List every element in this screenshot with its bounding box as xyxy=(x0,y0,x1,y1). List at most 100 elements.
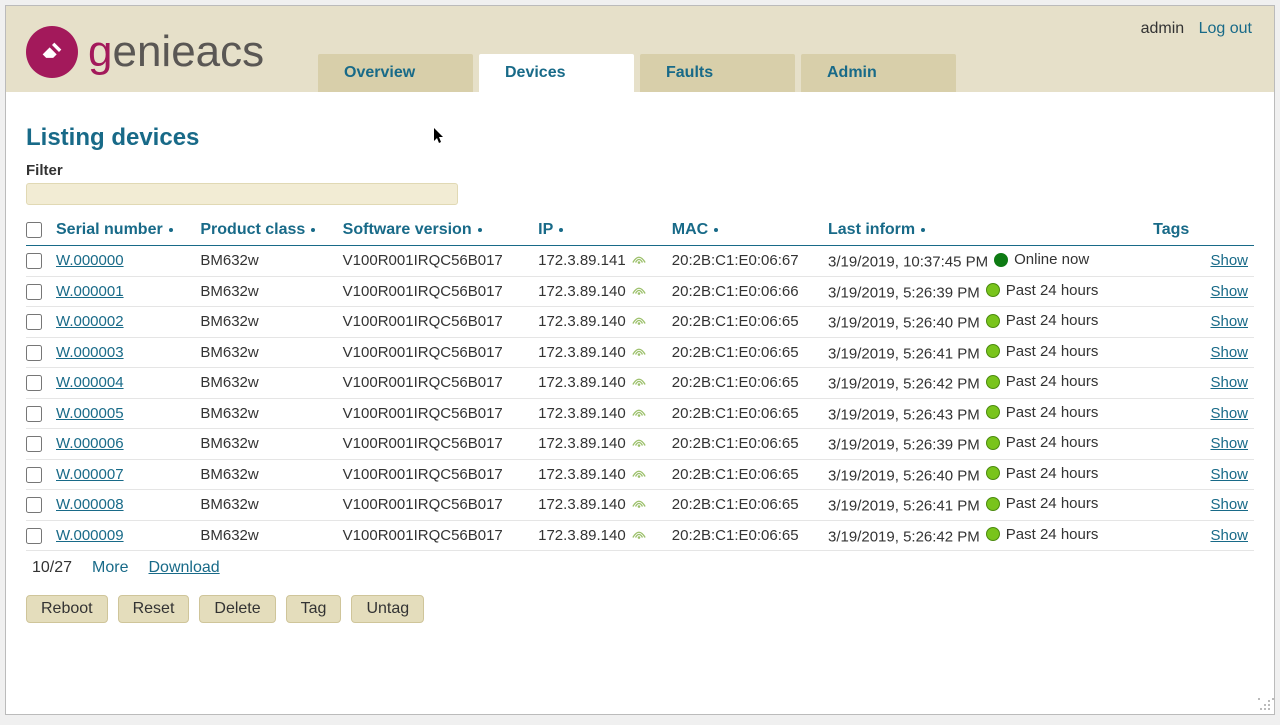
cell-software: V100R001IRQC56B017 xyxy=(343,429,538,460)
ping-icon[interactable] xyxy=(632,313,646,330)
show-link[interactable]: Show xyxy=(1210,252,1248,269)
header-product[interactable]: Product class xyxy=(200,215,342,246)
page-body: Listing devices Filter Serial number Pro… xyxy=(6,92,1274,641)
sort-indicator-icon xyxy=(921,228,925,232)
ping-icon[interactable] xyxy=(632,435,646,452)
page-title: Listing devices xyxy=(26,124,1254,152)
untag-button[interactable]: Untag xyxy=(351,595,424,623)
ping-icon[interactable] xyxy=(632,466,646,483)
serial-link[interactable]: W.000000 xyxy=(56,252,124,269)
cell-last-inform: 3/19/2019, 10:37:45 PMOnline now xyxy=(828,246,1153,277)
cell-last-inform: 3/19/2019, 5:26:43 PMPast 24 hours xyxy=(828,398,1153,429)
row-checkbox[interactable] xyxy=(26,314,42,330)
serial-link[interactable]: W.000004 xyxy=(56,374,124,391)
status-badge: Online now xyxy=(994,251,1089,268)
cell-ip: 172.3.89.140 xyxy=(538,276,672,307)
ping-icon[interactable] xyxy=(632,405,646,422)
status-dot-icon xyxy=(986,314,1000,328)
filter-label: Filter xyxy=(26,162,1254,179)
reboot-button[interactable]: Reboot xyxy=(26,595,108,623)
show-link[interactable]: Show xyxy=(1210,466,1248,483)
resize-grip-icon[interactable] xyxy=(1258,698,1272,712)
ping-icon[interactable] xyxy=(632,527,646,544)
download-link[interactable]: Download xyxy=(149,559,220,577)
show-link[interactable]: Show xyxy=(1210,496,1248,513)
cell-ip: 172.3.89.140 xyxy=(538,520,672,551)
header-software[interactable]: Software version xyxy=(343,215,538,246)
row-checkbox[interactable] xyxy=(26,436,42,452)
header-actions xyxy=(1203,215,1254,246)
row-checkbox[interactable] xyxy=(26,284,42,300)
table-row: W.000001BM632wV100R001IRQC56B017172.3.89… xyxy=(26,276,1254,307)
header-checkbox xyxy=(26,215,56,246)
show-link[interactable]: Show xyxy=(1210,283,1248,300)
select-all-checkbox[interactable] xyxy=(26,222,42,238)
serial-link[interactable]: W.000009 xyxy=(56,527,124,544)
cell-ip: 172.3.89.140 xyxy=(538,398,672,429)
tab-overview[interactable]: Overview xyxy=(318,54,473,92)
cell-product: BM632w xyxy=(200,429,342,460)
filter-input[interactable] xyxy=(26,183,458,205)
table-row: W.000003BM632wV100R001IRQC56B017172.3.89… xyxy=(26,337,1254,368)
serial-link[interactable]: W.000007 xyxy=(56,466,124,483)
row-checkbox[interactable] xyxy=(26,406,42,422)
reset-button[interactable]: Reset xyxy=(118,595,190,623)
ping-icon[interactable] xyxy=(632,374,646,391)
serial-link[interactable]: W.000003 xyxy=(56,344,124,361)
user-links: admin Log out xyxy=(1141,20,1252,38)
table-row: W.000008BM632wV100R001IRQC56B017172.3.89… xyxy=(26,490,1254,521)
cell-mac: 20:2B:C1:E0:06:65 xyxy=(672,429,828,460)
cell-software: V100R001IRQC56B017 xyxy=(343,520,538,551)
status-badge: Past 24 hours xyxy=(986,465,1099,482)
show-link[interactable]: Show xyxy=(1210,435,1248,452)
show-link[interactable]: Show xyxy=(1210,405,1248,422)
header-tags[interactable]: Tags xyxy=(1153,215,1203,246)
ping-icon[interactable] xyxy=(632,283,646,300)
row-checkbox[interactable] xyxy=(26,497,42,513)
cell-tags xyxy=(1153,246,1203,277)
delete-button[interactable]: Delete xyxy=(199,595,275,623)
show-link[interactable]: Show xyxy=(1210,313,1248,330)
header-last-inform[interactable]: Last inform xyxy=(828,215,1153,246)
row-checkbox[interactable] xyxy=(26,467,42,483)
more-link[interactable]: More xyxy=(92,559,128,577)
table-row: W.000000BM632wV100R001IRQC56B017172.3.89… xyxy=(26,246,1254,277)
bulk-actions: Reboot Reset Delete Tag Untag xyxy=(26,595,1254,623)
devices-table: Serial number Product class Software ver… xyxy=(26,215,1254,551)
tab-faults[interactable]: Faults xyxy=(640,54,795,92)
show-link[interactable]: Show xyxy=(1210,344,1248,361)
cell-tags xyxy=(1153,520,1203,551)
tag-button[interactable]: Tag xyxy=(286,595,342,623)
header-serial[interactable]: Serial number xyxy=(56,215,200,246)
cell-last-inform: 3/19/2019, 5:26:41 PMPast 24 hours xyxy=(828,490,1153,521)
serial-link[interactable]: W.000008 xyxy=(56,496,124,513)
row-checkbox[interactable] xyxy=(26,528,42,544)
status-badge: Past 24 hours xyxy=(986,282,1099,299)
serial-link[interactable]: W.000005 xyxy=(56,405,124,422)
header-ip[interactable]: IP xyxy=(538,215,672,246)
serial-link[interactable]: W.000001 xyxy=(56,283,124,300)
tab-admin[interactable]: Admin xyxy=(801,54,956,92)
current-user: admin xyxy=(1141,20,1185,37)
header-mac[interactable]: MAC xyxy=(672,215,828,246)
row-checkbox[interactable] xyxy=(26,253,42,269)
cell-product: BM632w xyxy=(200,398,342,429)
show-link[interactable]: Show xyxy=(1210,374,1248,391)
logout-link[interactable]: Log out xyxy=(1199,20,1252,37)
row-checkbox[interactable] xyxy=(26,345,42,361)
tab-devices[interactable]: Devices xyxy=(479,54,634,92)
serial-link[interactable]: W.000006 xyxy=(56,435,124,452)
row-checkbox[interactable] xyxy=(26,375,42,391)
cell-mac: 20:2B:C1:E0:06:65 xyxy=(672,307,828,338)
ping-icon[interactable] xyxy=(632,496,646,513)
pagination-row: 10/27 More Download xyxy=(26,559,1254,577)
cell-tags xyxy=(1153,398,1203,429)
sort-indicator-icon xyxy=(714,228,718,232)
table-row: W.000005BM632wV100R001IRQC56B017172.3.89… xyxy=(26,398,1254,429)
show-link[interactable]: Show xyxy=(1210,527,1248,544)
ping-icon[interactable] xyxy=(632,252,646,269)
serial-link[interactable]: W.000002 xyxy=(56,313,124,330)
sort-indicator-icon xyxy=(478,228,482,232)
ping-icon[interactable] xyxy=(632,344,646,361)
table-row: W.000006BM632wV100R001IRQC56B017172.3.89… xyxy=(26,429,1254,460)
